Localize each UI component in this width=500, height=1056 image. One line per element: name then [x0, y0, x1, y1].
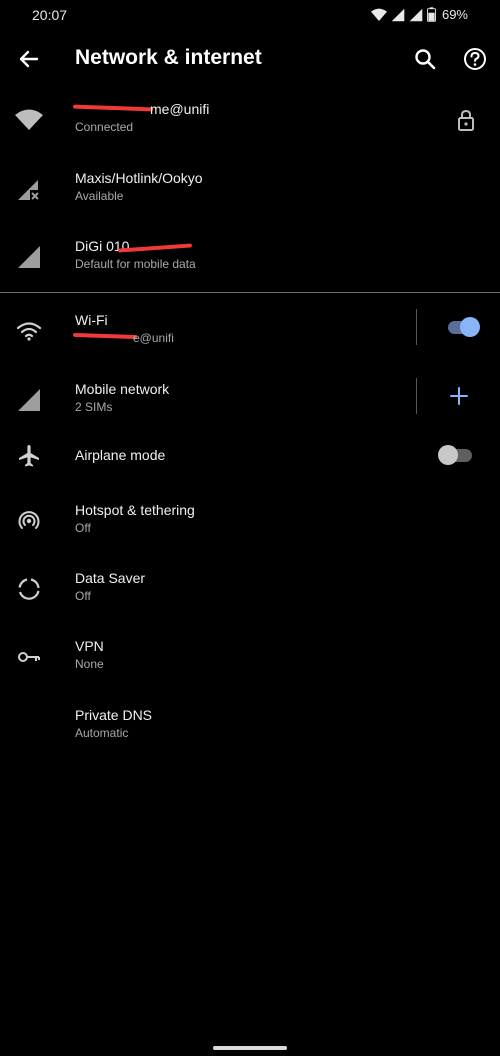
- hotspot-icon: [14, 506, 44, 536]
- vertical-divider: [416, 378, 417, 414]
- network-item-wifi[interactable]: me@unifi Connected: [0, 86, 500, 154]
- airplane-mode-toggle[interactable]: [438, 444, 474, 466]
- private-dns-status: Automatic: [75, 726, 129, 740]
- signal-icon: [14, 385, 44, 415]
- arrow-back-icon: [19, 50, 39, 68]
- hotspot-status: Off: [75, 521, 91, 535]
- network-name: me@unifi: [150, 101, 210, 117]
- wifi-icon: [14, 105, 44, 135]
- redaction-mark: [72, 104, 154, 112]
- network-item-digi[interactable]: DiGi 010 Default for mobile data: [0, 223, 500, 291]
- wifi-network: e@unifi: [133, 331, 174, 345]
- vpn-status: None: [75, 657, 104, 671]
- data-saver-icon: [14, 574, 44, 604]
- gesture-navigation-bar[interactable]: [213, 1046, 287, 1050]
- back-button[interactable]: [14, 44, 44, 74]
- status-icons: 69%: [370, 7, 468, 22]
- data-saver-setting[interactable]: Data Saver Off: [0, 555, 500, 623]
- signal-no-data-icon: [14, 174, 44, 204]
- private-dns-setting[interactable]: Private DNS Automatic: [0, 692, 500, 760]
- vertical-divider: [416, 309, 417, 345]
- data-saver-label: Data Saver: [75, 570, 146, 586]
- network-status: Default for mobile data: [75, 257, 196, 271]
- help-button[interactable]: [460, 44, 490, 74]
- wifi-label: Wi-Fi: [75, 312, 108, 328]
- wifi-status-icon: [370, 8, 387, 21]
- battery-percent: 69%: [441, 7, 468, 22]
- add-network-button[interactable]: [446, 383, 472, 409]
- airplane-icon: [14, 441, 44, 471]
- plus-icon: [450, 387, 468, 405]
- hotspot-label: Hotspot & tethering: [75, 502, 195, 518]
- app-bar: Network & internet: [0, 30, 500, 88]
- battery-icon: [426, 7, 436, 22]
- network-item-maxis[interactable]: Maxis/Hotlink/Ookyo Available: [0, 155, 500, 223]
- signal-status-icon: [391, 8, 405, 21]
- mobile-network-label: Mobile network: [75, 381, 170, 397]
- signal-icon: [14, 242, 44, 272]
- private-dns-label: Private DNS: [75, 707, 153, 723]
- search-button[interactable]: [410, 44, 440, 74]
- data-saver-status: Off: [75, 589, 91, 603]
- mobile-network-sims: 2 SIMs: [75, 400, 113, 414]
- wifi-toggle[interactable]: [444, 316, 480, 338]
- search-icon: [415, 49, 436, 70]
- page-title: Network & internet: [75, 46, 262, 69]
- airplane-mode-label: Airplane mode: [75, 447, 166, 463]
- status-bar: 20:07 69%: [0, 0, 500, 30]
- hotspot-setting[interactable]: Hotspot & tethering Off: [0, 487, 500, 555]
- wifi-icon: [14, 316, 44, 346]
- help-icon: [464, 48, 486, 70]
- airplane-mode-setting[interactable]: Airplane mode: [0, 422, 500, 490]
- network-status: Connected: [75, 120, 134, 134]
- section-divider: [0, 292, 500, 293]
- network-status: Available: [75, 189, 124, 203]
- status-time: 20:07: [32, 7, 68, 23]
- redaction-mark: [72, 332, 138, 340]
- network-name: Maxis/Hotlink/Ookyo: [75, 170, 203, 186]
- lock-icon: [458, 109, 474, 131]
- vpn-label: VPN: [75, 638, 104, 654]
- wifi-setting[interactable]: Wi-Fi e@unifi: [0, 297, 500, 365]
- signal-status-icon: [409, 8, 423, 21]
- vpn-setting[interactable]: VPN None: [0, 623, 500, 691]
- vpn-key-icon: [14, 642, 44, 672]
